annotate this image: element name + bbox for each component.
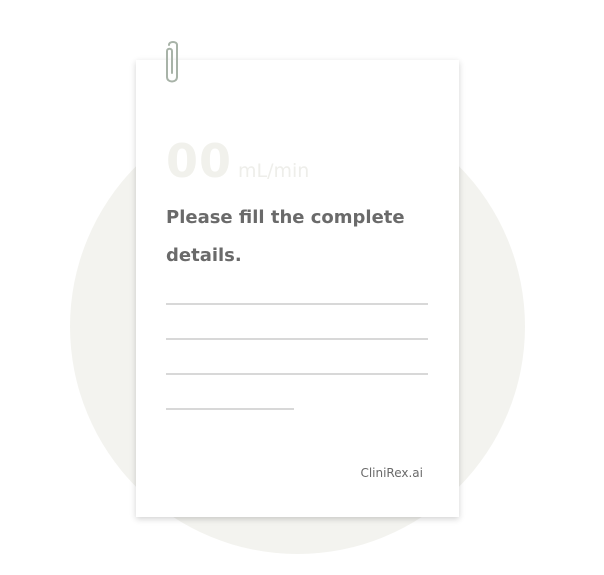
result-unit: mL/min xyxy=(238,160,310,182)
brand-label: CliniRex.ai xyxy=(360,466,423,480)
paperclip-icon xyxy=(166,41,178,83)
result-stage: 00 mL/min Please fill the complete detai… xyxy=(0,0,604,575)
placeholder-line xyxy=(166,408,294,410)
result-card xyxy=(136,60,459,517)
result-readout: 00 mL/min xyxy=(166,134,309,188)
placeholder-line xyxy=(166,373,428,375)
placeholder-line xyxy=(166,338,428,340)
status-message: Please fill the complete details. xyxy=(166,207,405,266)
result-value: 00 xyxy=(166,134,233,188)
placeholder-line xyxy=(166,303,428,305)
